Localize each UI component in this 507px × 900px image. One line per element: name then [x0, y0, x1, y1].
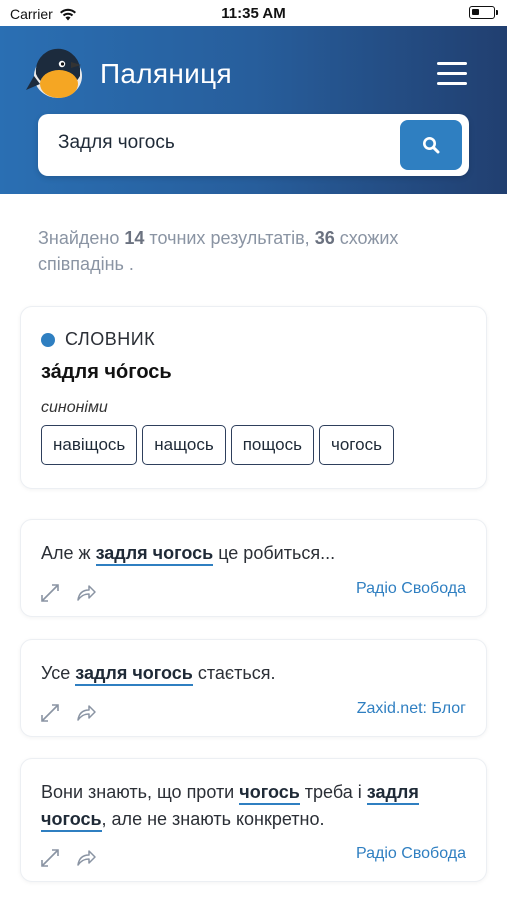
- bird-logo-icon: [26, 48, 82, 98]
- example-text-before: Але ж: [41, 543, 96, 563]
- example-text-after: стається.: [192, 663, 276, 683]
- example-text-part3: , але не знають конкретно.: [101, 809, 325, 829]
- example-text-part2: треба і: [299, 782, 367, 802]
- synonym-chip[interactable]: навіщось: [41, 425, 138, 465]
- share-icon[interactable]: [75, 582, 97, 604]
- example-card[interactable]: Усе задля чогось стається. Zaxid.net: Бл…: [20, 639, 487, 737]
- search-box: [38, 114, 469, 176]
- example-actions: [39, 582, 97, 604]
- example-highlight: задля: [366, 782, 419, 805]
- search-button[interactable]: [400, 120, 462, 170]
- example-text: Але ж задля чогось це робиться...: [41, 540, 335, 567]
- exact-count: 14: [124, 228, 145, 248]
- example-highlight: чогось: [239, 782, 300, 805]
- dictionary-label: СЛОВНИК: [41, 329, 155, 350]
- summary-prefix: Знайдено: [38, 228, 120, 248]
- example-text: Усе задля чогось стається.: [41, 660, 275, 687]
- example-text-part1: Вони знають, що проти: [41, 782, 240, 802]
- example-highlight: задля чогось: [95, 543, 214, 566]
- synonym-chip[interactable]: чогось: [319, 425, 394, 465]
- status-time: 11:35 AM: [221, 5, 286, 22]
- synonyms-label: синоніми: [41, 399, 108, 416]
- expand-icon[interactable]: [39, 702, 61, 724]
- source-link[interactable]: Радіо Свобода: [356, 845, 466, 863]
- source-link[interactable]: Радіо Свобода: [356, 580, 466, 598]
- dictionary-card[interactable]: СЛОВНИК за́для чо́гось синоніми навіщось…: [20, 306, 487, 489]
- exact-text: точних результатів,: [149, 228, 310, 248]
- example-highlight: задля чогось: [75, 663, 193, 686]
- battery-icon: [469, 6, 498, 19]
- app-header: Паляниця: [0, 26, 507, 194]
- example-actions: [39, 702, 97, 724]
- example-actions: [39, 847, 97, 869]
- example-text-after: це робиться...: [213, 543, 336, 563]
- expand-icon[interactable]: [39, 847, 61, 869]
- share-icon[interactable]: [75, 847, 97, 869]
- share-icon[interactable]: [75, 702, 97, 724]
- example-card[interactable]: Але ж задля чогось це робиться... Радіо …: [20, 519, 487, 617]
- hamburger-menu-icon[interactable]: [437, 62, 469, 88]
- dictionary-label-text: СЛОВНИК: [65, 329, 156, 349]
- similar-count: 36: [314, 228, 335, 248]
- source-link[interactable]: Zaxid.net: Блог: [357, 700, 466, 718]
- dictionary-headword: за́для чо́гось: [41, 361, 172, 383]
- status-bar: Carrier 11:35 AM: [0, 0, 507, 26]
- results-summary: Знайдено 14 точних результатів, 36 схожи…: [38, 225, 478, 277]
- expand-icon[interactable]: [39, 582, 61, 604]
- example-text-before: Усе: [41, 663, 76, 683]
- synonyms-list: навіщось нащось пощось чогось: [41, 425, 394, 465]
- app-title: Паляниця: [100, 58, 232, 89]
- example-card[interactable]: Вони знають, що проти чогось треба і зад…: [20, 758, 487, 882]
- synonym-chip[interactable]: пощось: [230, 425, 314, 465]
- search-icon: [423, 137, 440, 154]
- dictionary-dot-icon: [41, 332, 55, 347]
- synonym-chip[interactable]: нащось: [142, 425, 226, 465]
- example-highlight: чогось: [41, 809, 102, 832]
- example-text: Вони знають, що проти чогось треба і зад…: [41, 779, 471, 833]
- search-input[interactable]: [58, 132, 388, 154]
